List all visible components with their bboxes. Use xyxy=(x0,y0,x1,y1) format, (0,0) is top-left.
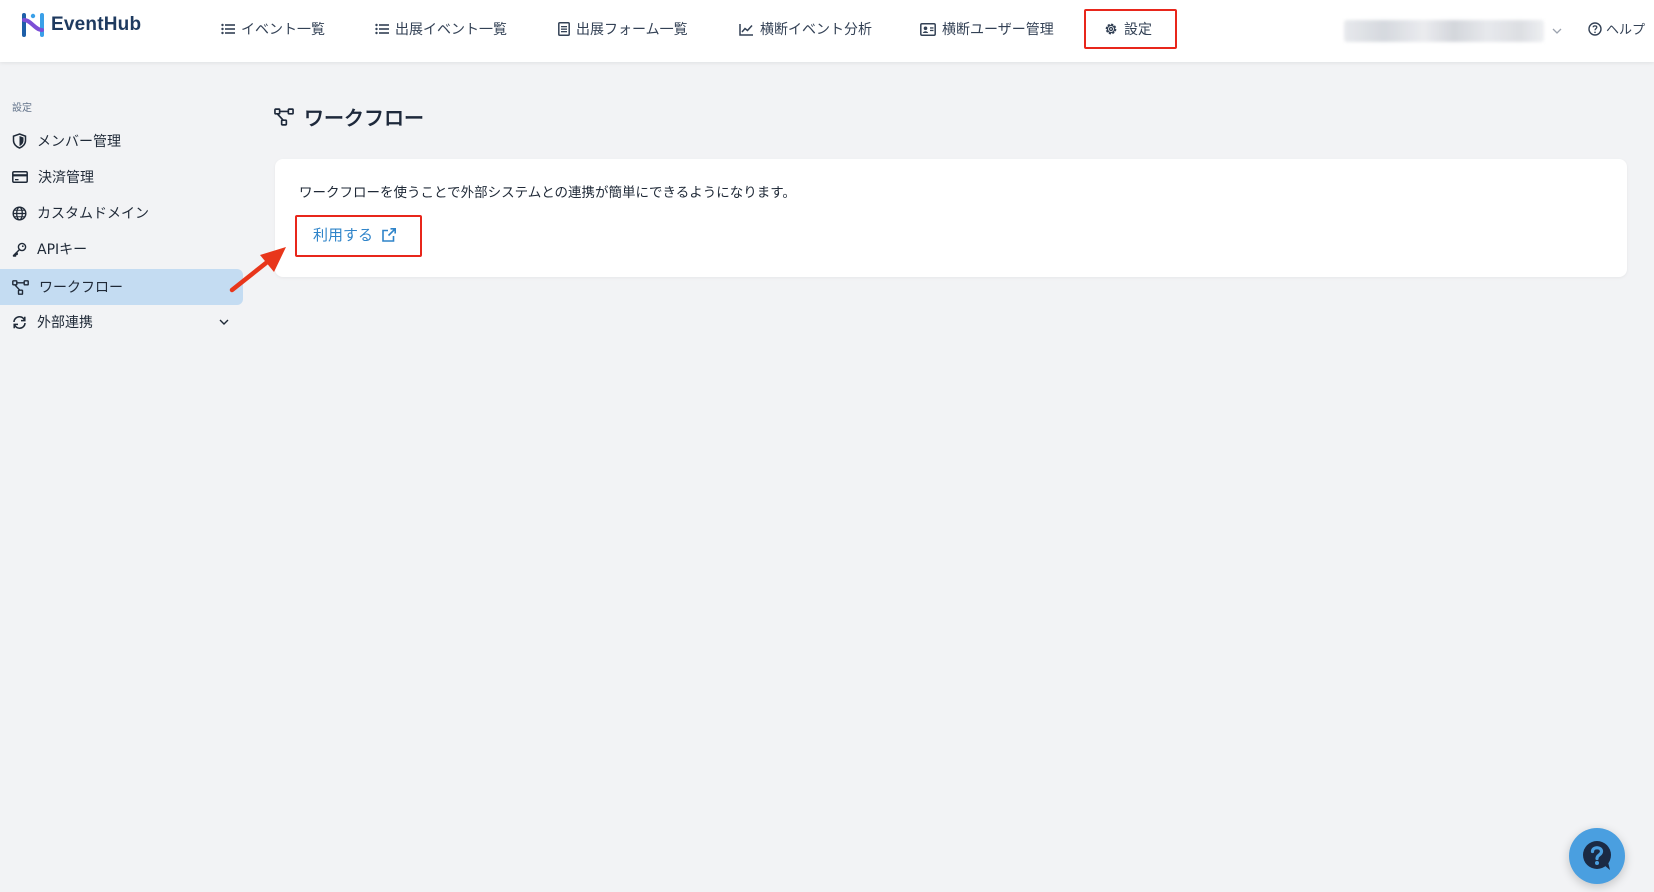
help-chat-button[interactable] xyxy=(1569,828,1625,884)
chevron-down-icon[interactable] xyxy=(219,319,229,325)
sidebar-item-label: 外部連携 xyxy=(37,315,93,331)
nav-item-event-list[interactable]: イベント一覧 xyxy=(221,17,325,41)
nav-item-label: 出展フォーム一覧 xyxy=(576,22,688,38)
nav-item-label: 横断ユーザー管理 xyxy=(942,22,1054,38)
help-link[interactable]: ヘルプ xyxy=(1588,19,1645,38)
list-icon xyxy=(375,23,389,35)
workflow-card: ワークフローを使うことで外部システムとの連携が簡単にできるようになります。 利用… xyxy=(275,159,1627,277)
sidebar-item-label: メンバー管理 xyxy=(37,134,121,150)
use-workflow-link[interactable]: 利用する xyxy=(313,224,397,245)
top-navigation-bar: EventHub イベント一覧 出展イベント一覧 出展フォーム一覧 横断イベント… xyxy=(0,0,1654,62)
nav-item-exhibit-form-list[interactable]: 出展フォーム一覧 xyxy=(558,17,688,41)
credit-card-icon xyxy=(12,171,28,183)
page-title-text: ワークフロー xyxy=(304,106,424,130)
nav-item-label: 設定 xyxy=(1124,22,1152,38)
sidebar-item-members[interactable]: メンバー管理 xyxy=(0,123,243,159)
nav-item-cross-event-analysis[interactable]: 横断イベント分析 xyxy=(739,17,872,41)
nav-item-settings[interactable]: 設定 xyxy=(1104,17,1152,41)
sync-icon xyxy=(13,315,26,329)
chevron-down-icon xyxy=(1552,28,1562,34)
form-icon xyxy=(558,22,570,36)
nav-item-label: 出展イベント一覧 xyxy=(395,22,507,38)
workflow-description: ワークフローを使うことで外部システムとの連携が簡単にできるようになります。 xyxy=(299,185,796,201)
nav-item-exhibit-event-list[interactable]: 出展イベント一覧 xyxy=(375,17,507,41)
gear-icon xyxy=(1105,23,1117,35)
sidebar-item-label: ワークフロー xyxy=(39,280,123,296)
sidebar-item-label: カスタムドメイン xyxy=(37,206,149,222)
account-switcher[interactable] xyxy=(1344,18,1566,44)
chart-line-icon xyxy=(739,23,753,36)
help-label: ヘルプ xyxy=(1606,23,1646,38)
sidebar-item-api-key[interactable]: APIキー xyxy=(0,231,243,267)
sidebar-item-label: APIキー xyxy=(37,242,88,258)
shield-icon xyxy=(12,133,27,149)
key-icon xyxy=(12,242,27,257)
page-title: ワークフロー xyxy=(274,102,424,131)
workflow-icon xyxy=(12,279,29,295)
external-link-icon xyxy=(382,227,397,242)
use-workflow-label: 利用する xyxy=(313,226,374,244)
sidebar-item-payments[interactable]: 決済管理 xyxy=(0,159,243,195)
globe-icon xyxy=(12,205,27,221)
question-circle-icon xyxy=(1588,21,1602,36)
redacted-account-name xyxy=(1344,20,1544,42)
nav-item-cross-user-management[interactable]: 横断ユーザー管理 xyxy=(920,17,1054,41)
nav-item-label: 横断イベント分析 xyxy=(760,22,872,38)
sidebar-section-label: 設定 xyxy=(12,103,32,114)
sidebar-item-workflow[interactable]: ワークフロー xyxy=(0,269,243,305)
sidebar-item-label: 決済管理 xyxy=(38,170,94,186)
question-chat-icon xyxy=(1583,841,1611,870)
nav-item-label: イベント一覧 xyxy=(241,22,325,38)
list-icon xyxy=(221,23,235,35)
sidebar-item-external-integrations[interactable]: 外部連携 xyxy=(0,304,243,340)
id-card-icon xyxy=(920,22,936,36)
sidebar-item-custom-domain[interactable]: カスタムドメイン xyxy=(0,195,243,231)
workflow-icon xyxy=(274,107,294,126)
